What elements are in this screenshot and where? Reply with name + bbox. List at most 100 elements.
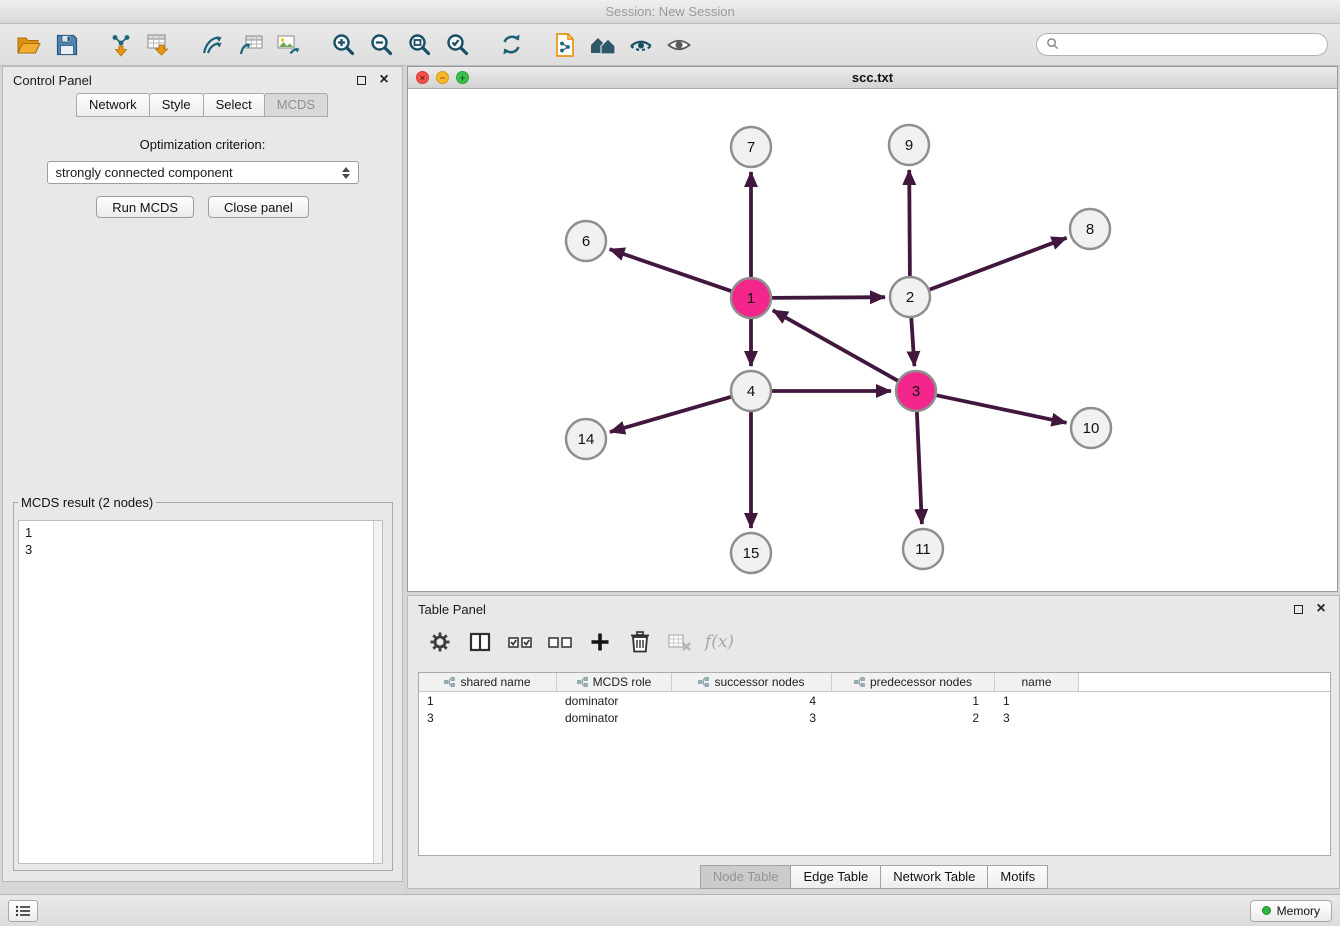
- import-table-icon[interactable]: [140, 28, 178, 62]
- tab-style[interactable]: Style: [149, 93, 204, 117]
- control-panel-float-button[interactable]: [353, 72, 369, 88]
- result-scrollbar[interactable]: [373, 521, 382, 863]
- table-panel-close-button[interactable]: ×: [1313, 601, 1329, 617]
- network-canvas[interactable]: 7 9 6 8 1 2 4 3 14 10 15 11: [408, 89, 1337, 591]
- column-header-name[interactable]: name: [995, 673, 1079, 692]
- graph-edge-2-8[interactable]: [930, 238, 1067, 290]
- graph-node-2[interactable]: 2: [890, 277, 930, 317]
- run-mcds-button[interactable]: Run MCDS: [96, 196, 194, 218]
- tab-edge-table[interactable]: Edge Table: [790, 865, 881, 889]
- minimize-traffic-light[interactable]: −: [436, 71, 449, 84]
- copy-network-icon[interactable]: [546, 28, 584, 62]
- mcds-panel-body: Optimization criterion: strongly connect…: [3, 117, 402, 218]
- graph-node-11[interactable]: 11: [903, 529, 943, 569]
- import-network-icon[interactable]: [102, 28, 140, 62]
- save-session-icon[interactable]: [48, 28, 86, 62]
- graph-node-6[interactable]: 6: [566, 221, 606, 261]
- cell-successor-nodes: 4: [672, 694, 832, 708]
- table-settings-gear-icon[interactable]: [426, 629, 453, 656]
- new-network-icon[interactable]: [194, 28, 232, 62]
- tab-network[interactable]: Network: [76, 93, 150, 117]
- home-layout-icon[interactable]: [584, 28, 622, 62]
- optimization-criterion-select[interactable]: strongly connected component: [47, 161, 359, 184]
- main-toolbar: [0, 24, 1340, 66]
- control-panel-close-button[interactable]: ×: [376, 72, 392, 88]
- tab-motifs[interactable]: Motifs: [987, 865, 1048, 889]
- column-header-mcds-role[interactable]: MCDS role: [557, 673, 672, 692]
- column-header-predecessor-nodes[interactable]: predecessor nodes: [832, 673, 995, 692]
- list-icon: [15, 905, 31, 917]
- close-icon: ×: [1316, 601, 1325, 617]
- style-preview-icon[interactable]: [622, 28, 660, 62]
- cell-mcds-role: dominator: [557, 694, 672, 708]
- select-all-columns-icon[interactable]: [506, 629, 533, 656]
- graph-node-9[interactable]: 9: [889, 125, 929, 165]
- graph-node-14[interactable]: 14: [566, 419, 606, 459]
- zoom-in-icon[interactable]: [324, 28, 362, 62]
- graph-edge-3-11[interactable]: [917, 412, 922, 524]
- network-window-title: scc.txt: [852, 70, 893, 85]
- table-tabs: Node Table Edge Table Network Table Moti…: [408, 865, 1339, 889]
- graph-edge-1-6[interactable]: [610, 249, 732, 291]
- graph-node-4[interactable]: 4: [731, 371, 771, 411]
- graph-node-label: 6: [582, 233, 590, 250]
- tab-select[interactable]: Select: [203, 93, 265, 117]
- refresh-icon[interactable]: [492, 28, 530, 62]
- graph-node-label: 11: [915, 541, 931, 558]
- close-traffic-light[interactable]: ×: [416, 71, 429, 84]
- graph-node-8[interactable]: 8: [1070, 209, 1110, 249]
- mcds-result-list[interactable]: 1 3: [18, 520, 383, 864]
- zoom-selected-icon[interactable]: [438, 28, 476, 62]
- zoom-traffic-light[interactable]: +: [456, 71, 469, 84]
- create-column-icon[interactable]: [586, 629, 613, 656]
- unselect-all-columns-icon[interactable]: [546, 629, 573, 656]
- window-title: Session: New Session: [605, 4, 734, 19]
- table-toolbar: f(x): [408, 622, 1339, 662]
- close-panel-button[interactable]: Close panel: [208, 196, 309, 218]
- graph-edge-2-3[interactable]: [911, 318, 914, 366]
- task-history-button[interactable]: [8, 900, 38, 922]
- zoom-out-icon[interactable]: [362, 28, 400, 62]
- delete-table-icon[interactable]: [666, 629, 693, 656]
- zoom-fit-icon[interactable]: [400, 28, 438, 62]
- column-header-shared-name[interactable]: shared name: [419, 673, 557, 692]
- graph-node-10[interactable]: 10: [1071, 408, 1111, 448]
- table-row[interactable]: 3 dominator 3 2 3: [419, 709, 1330, 726]
- graph-edge-3-1[interactable]: [773, 310, 898, 380]
- graph-node-1[interactable]: 1: [731, 278, 771, 318]
- open-file-icon[interactable]: [10, 28, 48, 62]
- column-header-successor-nodes[interactable]: successor nodes: [672, 673, 832, 692]
- tab-mcds[interactable]: MCDS: [264, 93, 328, 117]
- graph-node-label: 7: [747, 139, 755, 156]
- function-builder-icon[interactable]: f(x): [706, 629, 733, 656]
- graph-edge-4-14[interactable]: [610, 397, 731, 432]
- close-icon: ×: [379, 72, 388, 88]
- new-network-from-table-icon[interactable]: [232, 28, 270, 62]
- graph-edge-2-9[interactable]: [909, 170, 910, 276]
- column-label: predecessor nodes: [870, 675, 972, 689]
- table-panel-float-button[interactable]: [1290, 601, 1306, 617]
- show-hide-graphics-icon[interactable]: [660, 28, 698, 62]
- cell-successor-nodes: 3: [672, 711, 832, 725]
- delete-columns-icon[interactable]: [626, 629, 653, 656]
- tab-network-table[interactable]: Network Table: [880, 865, 988, 889]
- cell-predecessor-nodes: 2: [832, 711, 995, 725]
- show-columns-icon[interactable]: [466, 629, 493, 656]
- memory-button[interactable]: Memory: [1250, 900, 1332, 922]
- node-table-header-row: shared name MCDS role successor nodes pr…: [419, 673, 1330, 692]
- tab-node-table[interactable]: Node Table: [700, 865, 792, 889]
- graph-node-label: 14: [578, 431, 595, 448]
- graph-node-label: 4: [747, 383, 755, 400]
- column-type-icon: [577, 677, 588, 687]
- graph-edge-3-10[interactable]: [937, 395, 1067, 423]
- graph-node-7[interactable]: 7: [731, 127, 771, 167]
- graph-node-15[interactable]: 15: [731, 533, 771, 573]
- table-row[interactable]: 1 dominator 4 1 1: [419, 692, 1330, 709]
- export-image-icon[interactable]: [270, 28, 308, 62]
- cell-name: 1: [995, 694, 1079, 708]
- graph-edge-1-2[interactable]: [772, 297, 885, 298]
- search-input[interactable]: [1065, 38, 1318, 52]
- mcds-result-title: MCDS result (2 nodes): [18, 495, 156, 510]
- graph-node-3[interactable]: 3: [896, 371, 936, 411]
- graph-node-label: 15: [743, 545, 760, 562]
